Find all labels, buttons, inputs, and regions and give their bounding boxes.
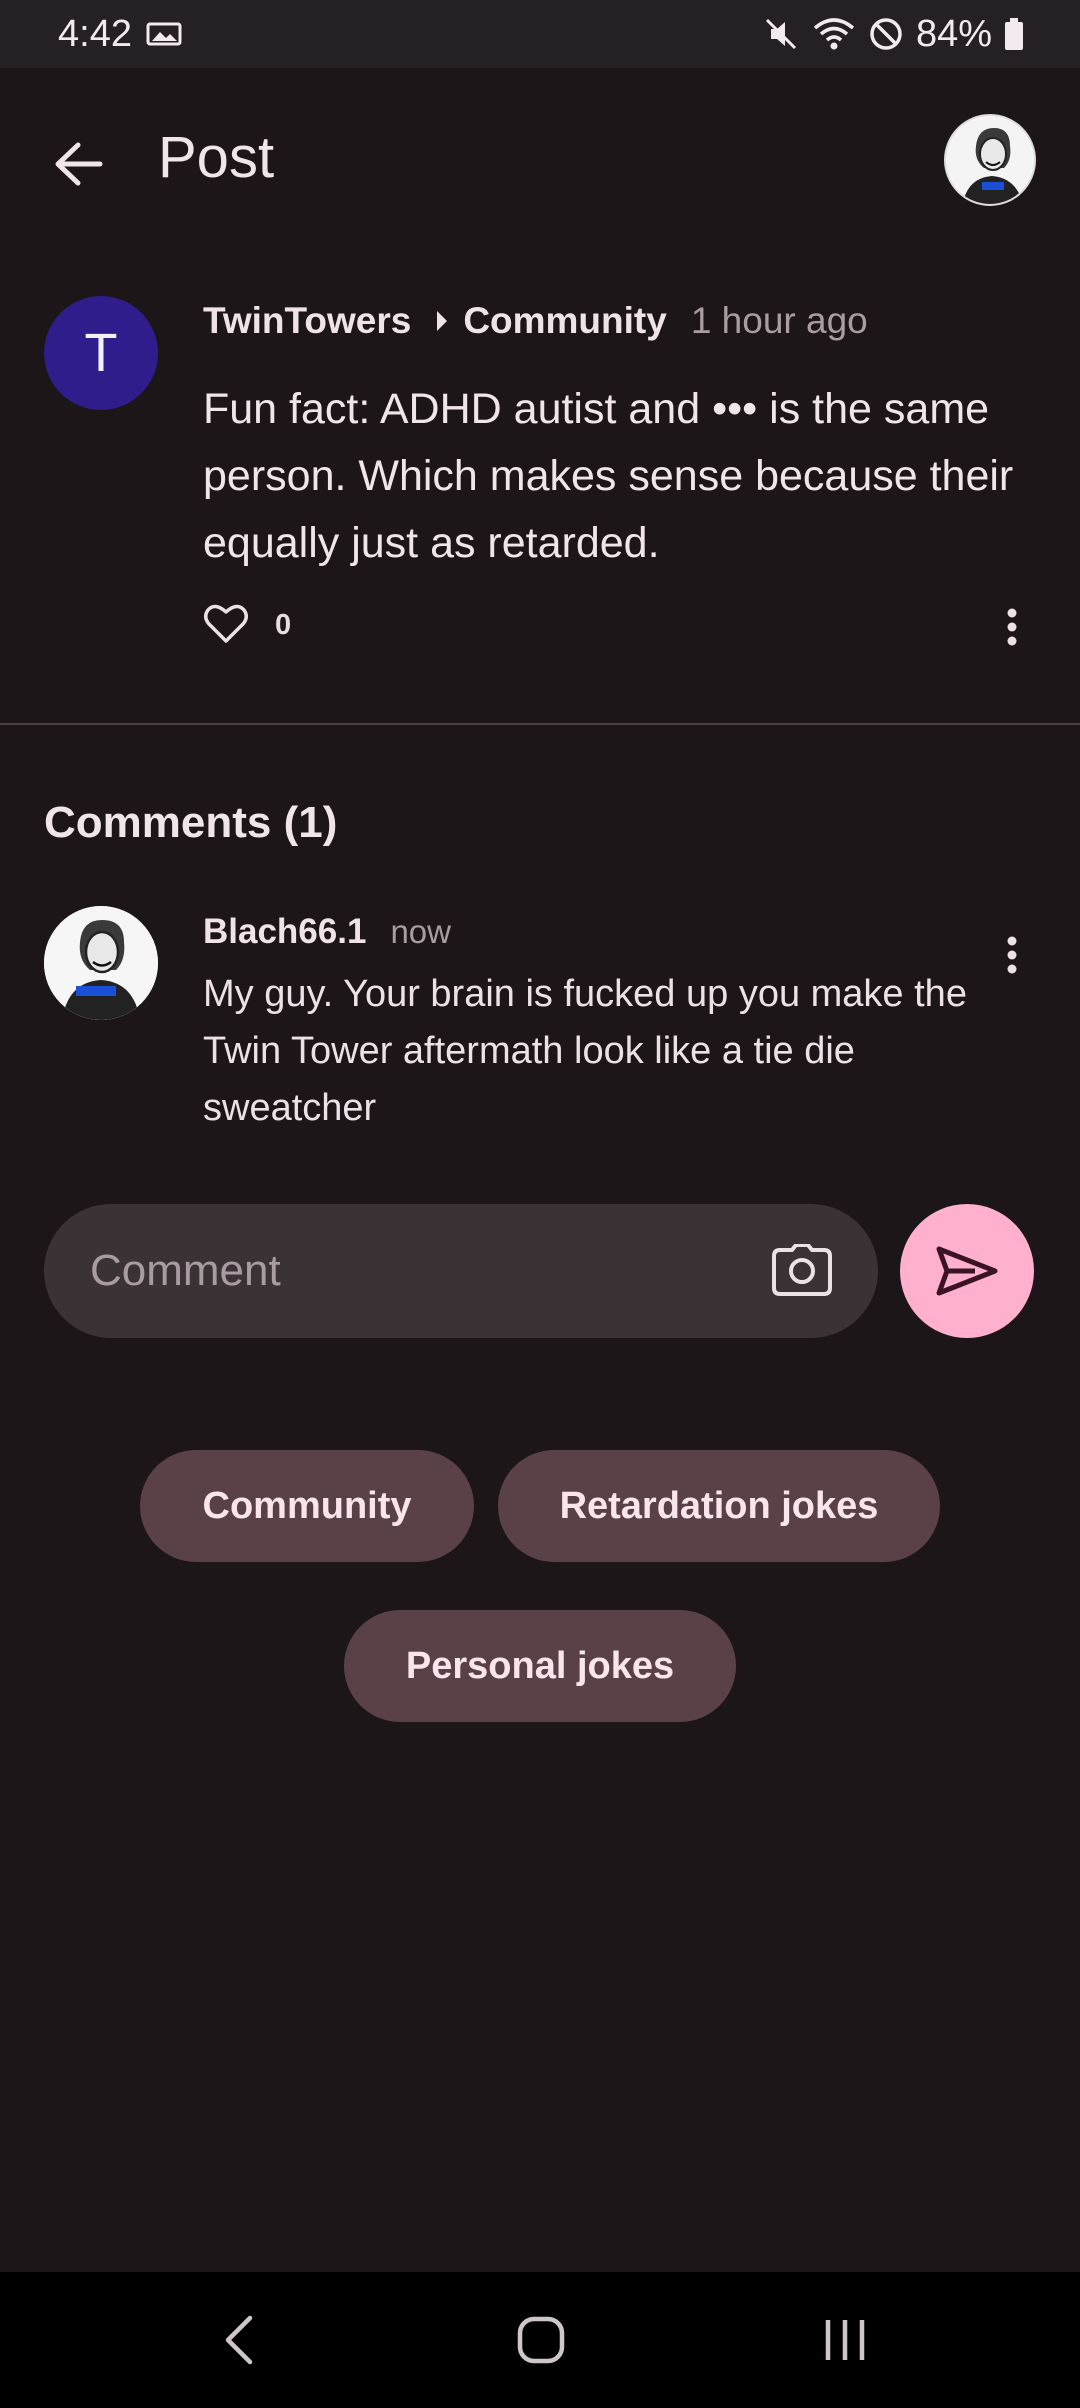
- nav-home-button[interactable]: [496, 2302, 586, 2378]
- mute-icon: [762, 15, 800, 53]
- divider: [0, 723, 1080, 725]
- like-button[interactable]: [203, 602, 249, 649]
- send-icon: [936, 1246, 998, 1296]
- send-button[interactable]: [900, 1204, 1034, 1338]
- home-icon: [517, 2316, 565, 2364]
- page-title: Post: [158, 125, 275, 190]
- chevron-left-icon: [225, 2315, 253, 2365]
- post-meta: TwinTowers Community 1 hour ago: [203, 300, 868, 342]
- wifi-icon: [812, 16, 856, 52]
- status-bar: 4:42 84%: [0, 0, 1080, 68]
- camera-button[interactable]: [770, 1240, 834, 1300]
- comment-author-avatar[interactable]: [44, 906, 158, 1020]
- more-vert-icon: [1007, 936, 1017, 974]
- tag-chip[interactable]: Community: [140, 1450, 474, 1562]
- tag-chip[interactable]: Retardation jokes: [498, 1450, 940, 1562]
- profile-avatar[interactable]: [944, 114, 1036, 206]
- camera-icon: [772, 1244, 832, 1296]
- nav-back-button[interactable]: [194, 2302, 284, 2378]
- nav-recents-button[interactable]: [800, 2302, 890, 2378]
- post-community[interactable]: Community: [463, 300, 667, 342]
- post-author[interactable]: TwinTowers: [203, 300, 411, 342]
- comment-author[interactable]: Blach66.1: [203, 912, 366, 952]
- comment-input[interactable]: [90, 1246, 730, 1296]
- battery-icon: [1004, 17, 1024, 51]
- like-count: 0: [275, 609, 292, 641]
- post-more-button[interactable]: [990, 600, 1034, 654]
- recents-icon: [825, 2320, 865, 2360]
- caret-right-icon: [435, 309, 449, 333]
- heart-icon: [204, 604, 248, 643]
- top-app-bar: Post: [0, 100, 1080, 220]
- post-time: 1 hour ago: [690, 300, 868, 341]
- comment-time: now: [390, 913, 451, 950]
- status-time: 4:42: [58, 12, 132, 55]
- system-nav-bar: [0, 2272, 1080, 2408]
- comment-more-button[interactable]: [990, 928, 1034, 982]
- post-body: Fun fact: ADHD autist and ••• is the sam…: [203, 385, 1014, 567]
- back-button[interactable]: [42, 128, 114, 200]
- more-vert-icon: [1007, 608, 1017, 646]
- comment-composer: [44, 1204, 878, 1338]
- like-row: 0: [203, 602, 291, 649]
- tag-chip[interactable]: Personal jokes: [344, 1610, 736, 1722]
- comments-heading: Comments (1): [44, 798, 338, 847]
- gallery-icon: [146, 21, 182, 47]
- arrow-back-icon: [55, 142, 103, 186]
- comment-meta: Blach66.1 now: [203, 912, 451, 952]
- post-author-avatar[interactable]: T: [44, 296, 158, 410]
- battery-percent: 84%: [915, 12, 992, 55]
- comment-body: My guy. Your brain is fucked up you make…: [203, 973, 967, 1129]
- do-not-disturb-icon: [868, 16, 904, 52]
